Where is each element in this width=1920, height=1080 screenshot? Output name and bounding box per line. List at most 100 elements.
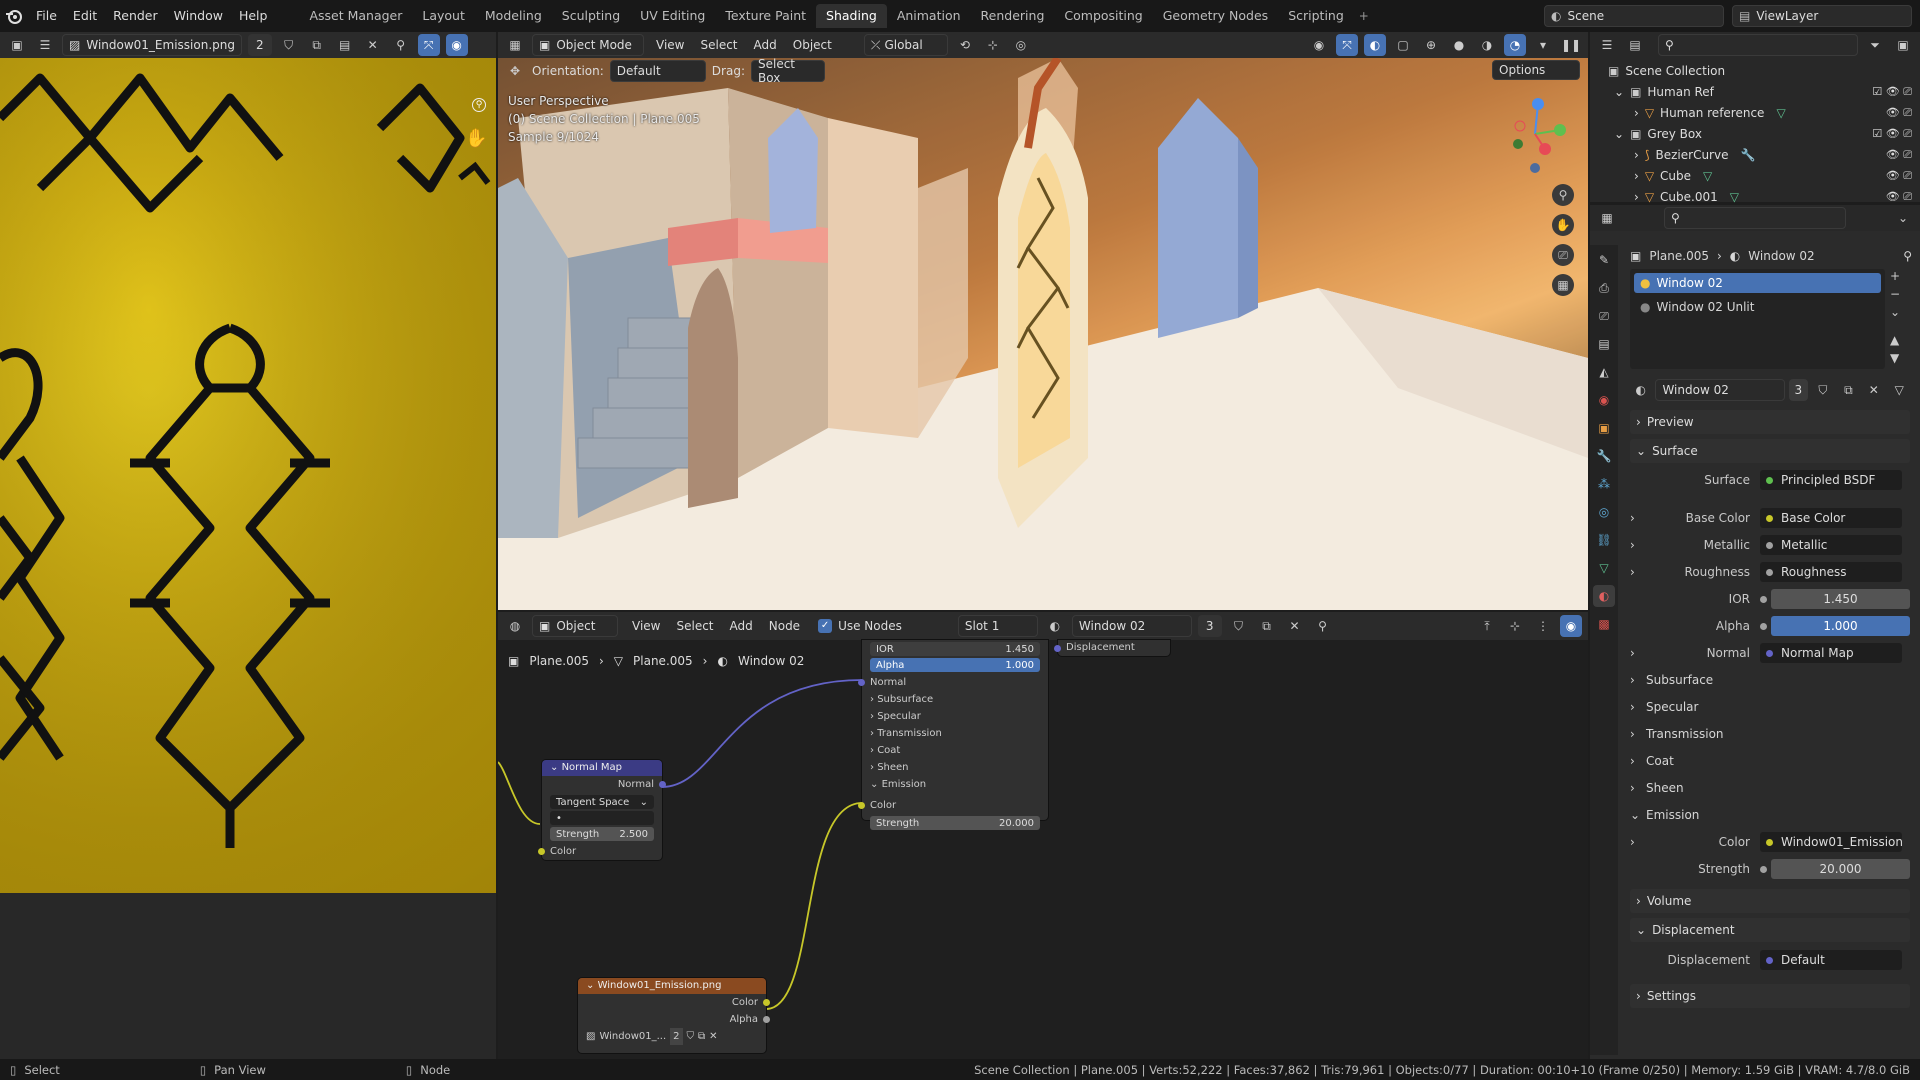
- tab-geometry-nodes[interactable]: Geometry Nodes: [1153, 4, 1278, 28]
- proportional-edit-icon[interactable]: ◎: [1010, 34, 1032, 56]
- material-slot-item[interactable]: ● Window 02: [1634, 273, 1881, 293]
- blender-logo-icon[interactable]: [0, 0, 28, 32]
- metallic-field[interactable]: Metallic: [1760, 535, 1902, 555]
- menu-edit[interactable]: Edit: [65, 0, 105, 32]
- uv-sync-icon[interactable]: ⤧: [417, 34, 440, 56]
- tab-uv-editing[interactable]: UV Editing: [630, 4, 715, 28]
- fake-user-icon[interactable]: ⛉: [1812, 379, 1833, 401]
- chevron-right-icon[interactable]: ›: [1630, 538, 1646, 552]
- object-tab-icon[interactable]: ▣: [1593, 417, 1615, 439]
- visibility-toggles-icon[interactable]: ☑ 👁 ⎚: [1872, 85, 1912, 99]
- move-down-icon[interactable]: ▼: [1890, 351, 1900, 365]
- particles-tab-icon[interactable]: ⁂: [1593, 473, 1615, 495]
- scene-selector[interactable]: ◐ Scene: [1544, 5, 1724, 27]
- surface-shader-field[interactable]: Principled BSDF: [1760, 470, 1902, 490]
- transform-tool-icon[interactable]: ✥: [504, 60, 526, 82]
- duplicate-icon[interactable]: ⧉: [306, 34, 328, 56]
- normal-strength-slider[interactable]: Strength 2.500: [550, 827, 654, 841]
- viewlayer-selector[interactable]: ▤ ViewLayer: [1732, 5, 1912, 27]
- solid-shading-icon[interactable]: ●: [1448, 34, 1470, 56]
- tab-modeling[interactable]: Modeling: [475, 4, 552, 28]
- panel-transmission[interactable]: › Transmission: [862, 725, 1048, 742]
- duplicate-icon[interactable]: ⧉: [698, 1028, 705, 1045]
- panel-emission[interactable]: ⌄ Emission: [862, 776, 1048, 793]
- pause-render-icon[interactable]: ❚❚: [1560, 34, 1582, 56]
- menu-help[interactable]: Help: [231, 0, 276, 32]
- properties-search-input[interactable]: ⚲: [1664, 207, 1846, 229]
- unlink-icon[interactable]: ✕: [1863, 379, 1884, 401]
- coat-panel[interactable]: › Coat: [1630, 750, 1910, 772]
- move-up-icon[interactable]: ▲: [1890, 333, 1900, 347]
- visibility-toggles-icon[interactable]: ☑ 👁 ⎚: [1872, 127, 1912, 141]
- slot-specials-icon[interactable]: ⌄: [1890, 305, 1900, 319]
- visibility-toggles-icon[interactable]: 👁 ⎚: [1886, 190, 1912, 204]
- zoom-gizmo-icon[interactable]: ⚲: [472, 98, 486, 112]
- tab-layout[interactable]: Layout: [412, 4, 475, 28]
- section-displacement[interactable]: ⌄ Displacement: [1630, 918, 1910, 942]
- viewport-menu-add[interactable]: Add: [754, 38, 777, 52]
- normal-output-socket[interactable]: [659, 781, 666, 788]
- pin-icon[interactable]: ⚲: [1903, 249, 1912, 263]
- image-texture-node[interactable]: ⌄ Window01_Emission.png Color Alpha ▨ Wi…: [578, 978, 770, 1053]
- shader-node-editor[interactable]: ◍ ▣ Object View Select Add Node ✓ Use No…: [498, 612, 1588, 1059]
- scene-tab-icon[interactable]: ◭: [1593, 361, 1615, 383]
- panel-coat[interactable]: › Coat: [862, 742, 1048, 759]
- outliner-row-human-reference[interactable]: › ▽ Human reference ▽ 👁 ⎚: [1594, 102, 1916, 123]
- chevron-right-icon[interactable]: ›: [1630, 565, 1646, 579]
- constraints-tab-icon[interactable]: ⛓: [1593, 529, 1615, 551]
- drag-dropdown[interactable]: Select Box: [750, 57, 825, 85]
- outliner-editor-type-icon[interactable]: ☰: [1596, 34, 1618, 56]
- outliner-row-human-ref[interactable]: ⌄ ▣ Human Ref ☑ 👁 ⎚: [1594, 81, 1916, 102]
- emission-texture-canvas[interactable]: [0, 58, 496, 893]
- normal-field[interactable]: Normal Map: [1760, 643, 1902, 663]
- section-settings[interactable]: › Settings: [1630, 984, 1910, 1008]
- image-overlay-icon[interactable]: ◉: [445, 34, 468, 56]
- material-name-field[interactable]: Window 02: [1655, 379, 1785, 401]
- emission-strength-slider[interactable]: Strength 20.000: [870, 816, 1040, 830]
- transmission-panel[interactable]: › Transmission: [1630, 723, 1910, 745]
- image-browse-field[interactable]: ▨ Window01_Emission.png: [62, 34, 242, 56]
- properties-options-icon[interactable]: ⌄: [1892, 207, 1914, 229]
- zoom-view-icon[interactable]: ⚲: [1552, 184, 1574, 206]
- panel-specular[interactable]: › Specular: [862, 708, 1048, 725]
- tab-compositing[interactable]: Compositing: [1054, 4, 1152, 28]
- visibility-toggles-icon[interactable]: 👁 ⎚: [1886, 106, 1912, 120]
- data-tab-icon[interactable]: ▽: [1593, 557, 1615, 579]
- modifier-tab-icon[interactable]: 🔧: [1593, 445, 1615, 467]
- world-tab-icon[interactable]: ◉: [1593, 389, 1615, 411]
- camera-view-icon[interactable]: ⎚: [1552, 244, 1574, 266]
- viewport-menu-object[interactable]: Object: [793, 38, 832, 52]
- section-surface[interactable]: ⌄ Surface: [1630, 439, 1910, 463]
- filter-icon[interactable]: ⏷: [1864, 34, 1886, 56]
- chevron-right-icon[interactable]: ›: [1630, 646, 1646, 660]
- menu-render[interactable]: Render: [105, 0, 166, 32]
- normal-socket[interactable]: [858, 679, 865, 686]
- menu-file[interactable]: File: [28, 0, 65, 32]
- save-image-icon[interactable]: ▤: [334, 34, 356, 56]
- ior-slider[interactable]: IOR 1.450: [870, 642, 1040, 656]
- sheen-panel[interactable]: › Sheen: [1630, 777, 1910, 799]
- options-dropdown[interactable]: Options: [1492, 60, 1580, 80]
- overlay-toggle-icon[interactable]: ◐: [1364, 34, 1386, 56]
- display-mode-icon[interactable]: ▤: [1624, 34, 1646, 56]
- link-mode-icon[interactable]: ▽: [1889, 379, 1910, 401]
- ior-field[interactable]: 1.450: [1771, 589, 1910, 609]
- viewport-menu-view[interactable]: View: [656, 38, 684, 52]
- alpha-slider[interactable]: Alpha 1.000: [870, 658, 1040, 672]
- menu-hamburger-icon[interactable]: ☰: [34, 34, 56, 56]
- outliner-row-cube-001[interactable]: › ▽ Cube.001 ▽ 👁 ⎚: [1594, 186, 1916, 207]
- base-color-field[interactable]: Base Color: [1760, 508, 1902, 528]
- subsurface-panel[interactable]: › Subsurface: [1630, 669, 1910, 691]
- emission-color-socket[interactable]: [858, 802, 865, 809]
- tool-tab-icon[interactable]: ✎: [1593, 249, 1615, 271]
- pivot-point-icon[interactable]: ⟲: [954, 34, 976, 56]
- outliner-search-input[interactable]: ⚲: [1658, 34, 1858, 56]
- emission-panel[interactable]: ⌄ Emission: [1630, 804, 1910, 826]
- image-texture-header[interactable]: ⌄ Window01_Emission.png: [578, 978, 766, 994]
- viewport-menu-select[interactable]: Select: [700, 38, 737, 52]
- editor-type-icon[interactable]: ▣: [6, 34, 28, 56]
- emission-strength-field[interactable]: 20.000: [1771, 859, 1910, 879]
- transform-orientation-dropdown[interactable]: ⤫ Global: [863, 34, 948, 56]
- material-shading-icon[interactable]: ◑: [1476, 34, 1498, 56]
- material-tab-icon[interactable]: ◐: [1593, 585, 1615, 607]
